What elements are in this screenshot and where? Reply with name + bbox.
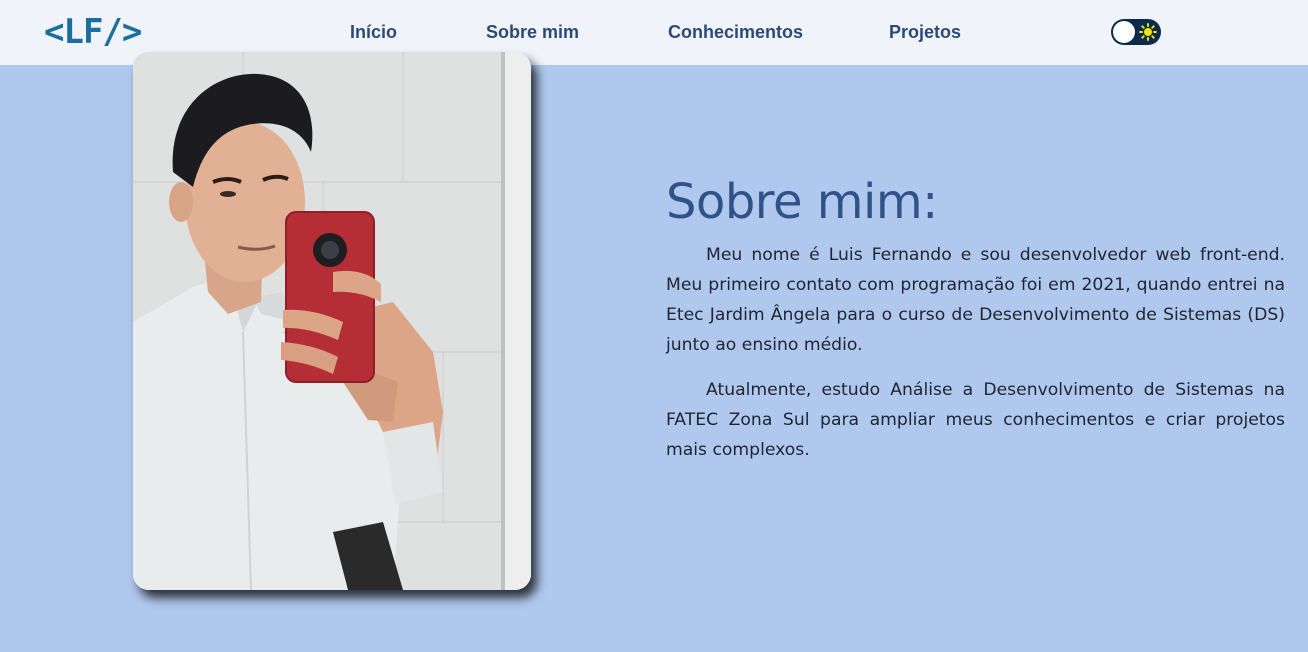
toggle-knob [1113, 21, 1135, 43]
about-paragraph: Meu nome é Luis Fernando e sou desenvolv… [666, 245, 1285, 355]
nav-link-projetos[interactable]: Projetos [889, 20, 961, 44]
profile-photo [133, 52, 531, 590]
logo-link[interactable]: <LF/> [44, 12, 142, 52]
nav-link-conhecimentos[interactable]: Conhecimentos [668, 20, 803, 44]
nav-link-sobre-mim[interactable]: Sobre mim [486, 20, 579, 44]
sun-icon [1139, 23, 1157, 41]
about-title: Sobre mim: [666, 174, 938, 230]
theme-toggle[interactable] [1111, 19, 1161, 45]
about-paragraph: Atualmente, estudo Análise a Desenvolvim… [666, 380, 1285, 460]
nav-link-inicio[interactable]: Início [350, 20, 397, 44]
